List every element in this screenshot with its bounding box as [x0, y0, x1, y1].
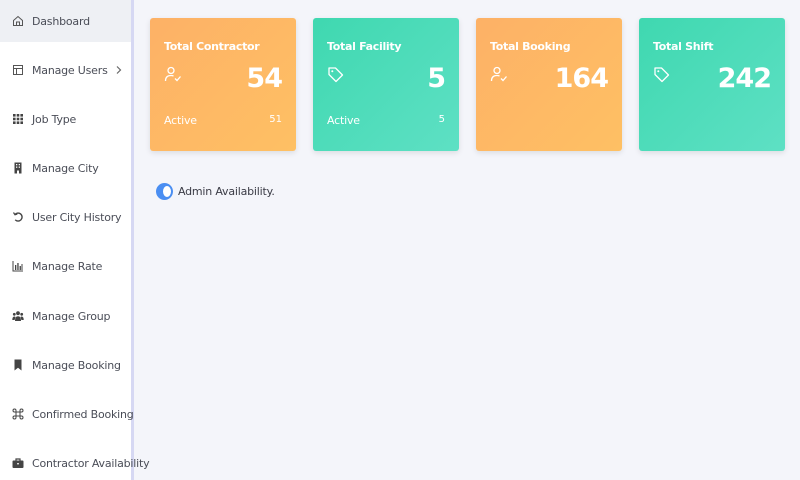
briefcase-icon — [12, 457, 24, 469]
building-icon — [12, 162, 24, 174]
sidebar-item-confirmed-booking[interactable]: Confirmed Booking — [0, 394, 134, 434]
user-check-icon — [164, 66, 182, 84]
chevron-right-icon — [115, 65, 123, 75]
sidebar-item-manage-booking[interactable]: Manage Booking — [0, 345, 131, 385]
card-value: 5 — [427, 63, 446, 94]
sidebar-item-label: Manage City — [32, 161, 99, 175]
card-value: 242 — [717, 63, 772, 94]
sidebar-item-label: Manage Rate — [32, 259, 103, 273]
admin-availability-toggle[interactable] — [156, 183, 173, 200]
sidebar-item-contractor-availability[interactable]: Contractor Availability — [0, 443, 150, 480]
sidebar-item-label: User City History — [32, 210, 122, 224]
card-title: Total Facility — [327, 40, 402, 53]
admin-availability-row: Admin Availability. — [156, 183, 275, 200]
bar-chart-icon — [12, 260, 24, 272]
card-title: Total Contractor — [164, 40, 260, 53]
sidebar: Dashboard Manage Users Job Type Manage C… — [0, 0, 150, 480]
sidebar-item-label: Contractor Availability — [32, 456, 150, 470]
command-icon — [12, 408, 24, 420]
sidebar-item-label: Dashboard — [32, 14, 90, 28]
sidebar-item-user-city-history[interactable]: User City History — [0, 197, 131, 237]
card-sub-label: Active — [327, 114, 360, 127]
stat-card-total-booking[interactable]: Total Booking 164 — [476, 18, 622, 151]
sidebar-item-manage-users[interactable]: Manage Users — [0, 50, 131, 90]
users-box-icon — [12, 64, 24, 76]
card-sub-value: 51 — [269, 114, 282, 125]
grid-icon — [12, 113, 24, 125]
bookmark-icon — [12, 359, 24, 371]
sidebar-item-dashboard[interactable]: Dashboard — [0, 0, 131, 42]
card-value: 54 — [246, 63, 283, 94]
sidebar-item-manage-rate[interactable]: Manage Rate — [0, 246, 131, 286]
user-check-icon — [490, 66, 508, 84]
sidebar-item-label: Manage Users — [32, 63, 108, 77]
admin-availability-label: Admin Availability. — [178, 185, 275, 198]
stat-card-total-contractor[interactable]: Total Contractor 54 Active 51 — [150, 18, 296, 151]
sidebar-item-label: Confirmed Booking — [32, 407, 134, 421]
card-value: 164 — [554, 63, 609, 94]
sidebar-item-manage-group[interactable]: Manage Group — [0, 296, 131, 336]
tag-icon — [653, 66, 671, 84]
history-icon — [12, 211, 24, 223]
card-sub-label: Active — [164, 114, 197, 127]
card-sub-value: 5 — [438, 114, 445, 125]
sidebar-item-label: Manage Group — [32, 309, 111, 323]
toggle-knob — [163, 186, 171, 197]
sidebar-item-label: Manage Booking — [32, 358, 121, 372]
sidebar-item-manage-city[interactable]: Manage City — [0, 148, 131, 188]
stat-card-total-shift[interactable]: Total Shift 242 — [639, 18, 785, 151]
card-title: Total Shift — [653, 40, 714, 53]
app-root: Dashboard Manage Users Job Type Manage C… — [0, 0, 800, 480]
dashboard-main: Total Contractor 54 Active 51 Total Faci… — [134, 0, 800, 480]
sidebar-item-job-type[interactable]: Job Type — [0, 99, 131, 139]
tag-icon — [327, 66, 345, 84]
home-icon — [12, 15, 24, 27]
sidebar-item-label: Job Type — [32, 112, 77, 126]
stat-card-total-facility[interactable]: Total Facility 5 Active 5 — [313, 18, 459, 151]
group-icon — [12, 310, 24, 322]
card-title: Total Booking — [490, 40, 571, 53]
